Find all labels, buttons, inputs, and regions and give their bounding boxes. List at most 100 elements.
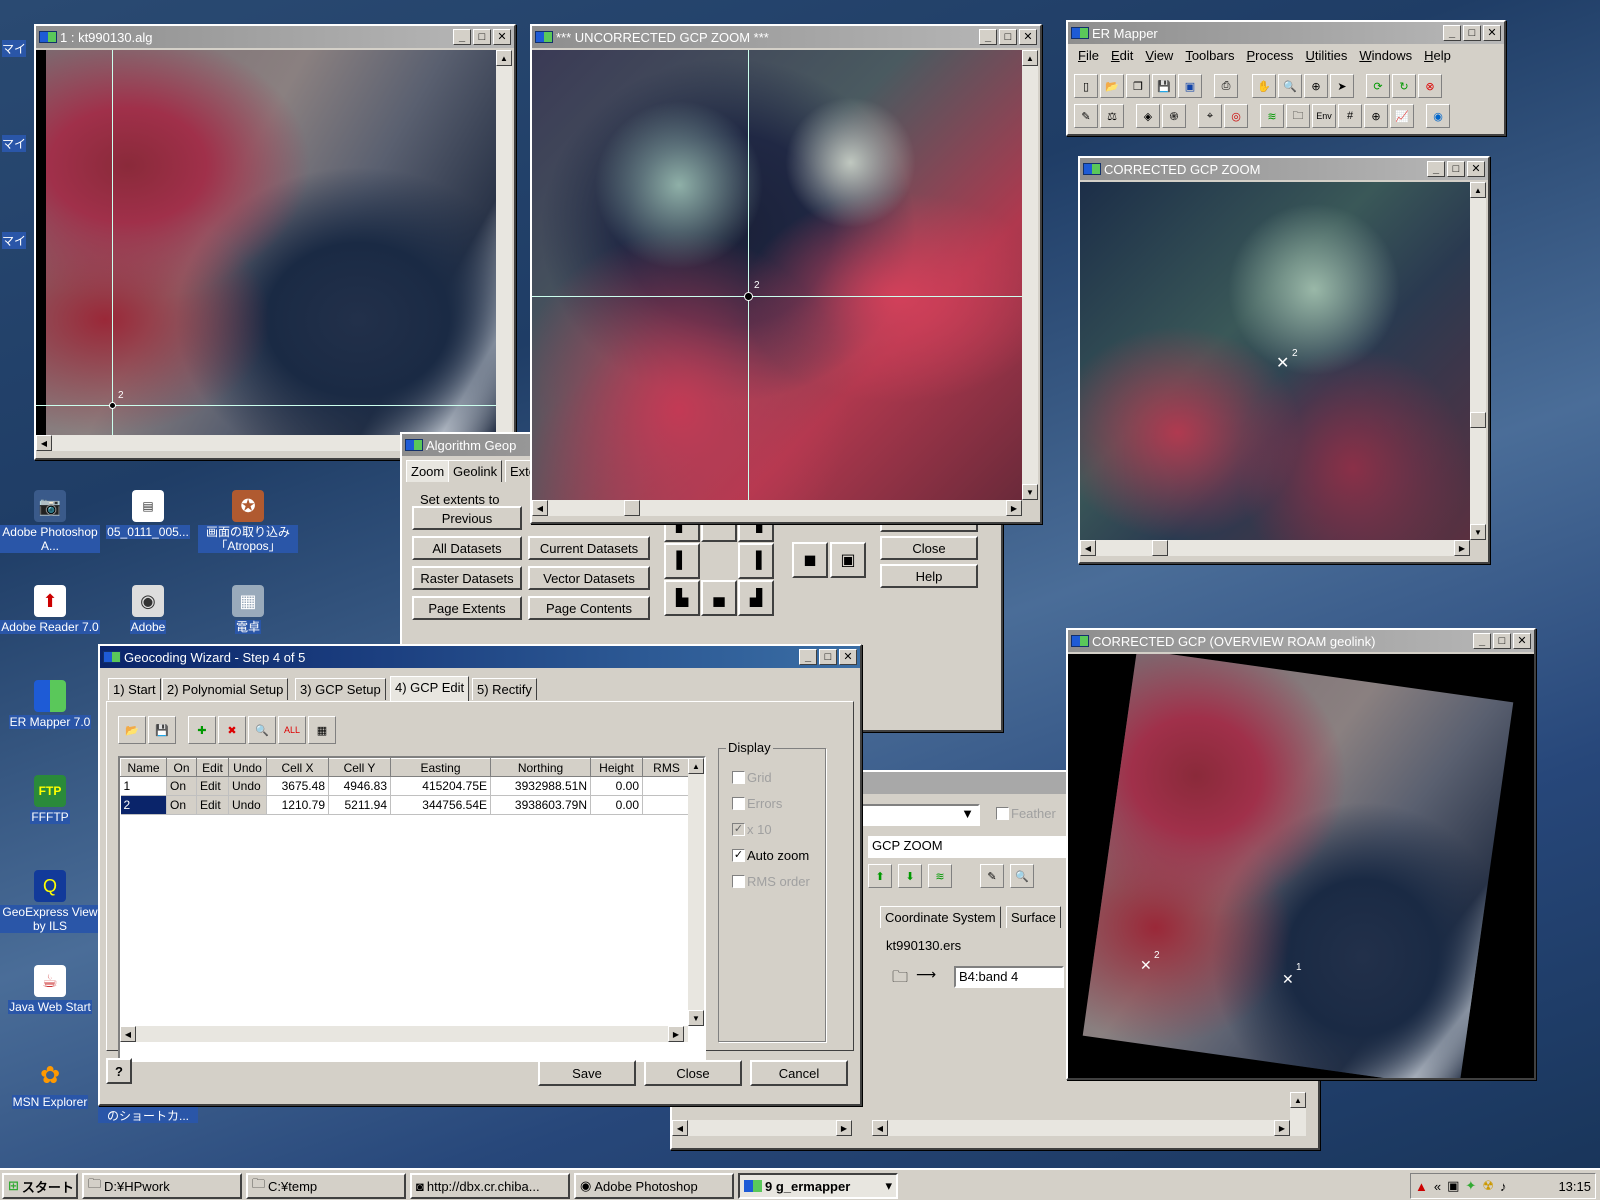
gcp-cell-x[interactable]: 1210.79 — [266, 795, 329, 815]
gcp-table-container[interactable]: Name On Edit Undo Cell X Cell Y Easting … — [118, 756, 706, 1062]
cancel-button[interactable]: Cancel — [750, 1060, 848, 1086]
edit-layer-icon[interactable]: ✎ — [980, 864, 1004, 888]
zoom-center-icon[interactable]: ▣ — [830, 542, 866, 578]
close-button[interactable]: ✕ — [1513, 633, 1531, 649]
graph-icon[interactable]: 📈 — [1390, 104, 1414, 128]
scroll-left-arrow[interactable]: ◀ — [36, 435, 52, 451]
gcp-marker[interactable]: ✕ — [1282, 972, 1294, 986]
zoom-name-field[interactable]: GCP ZOOM — [868, 836, 1068, 858]
corrected-gcp-zoom-window[interactable]: CORRECTED GCP ZOOM _ □ ✕ ✕ 2 ▲ ▼ ◀ ▶ — [1078, 156, 1490, 564]
scroll-down-arrow[interactable]: ▼ — [1022, 484, 1038, 500]
scroll-right-arrow[interactable]: ▶ — [1006, 500, 1022, 516]
geocode-icon[interactable]: ⌖ — [1198, 104, 1222, 128]
feather-checkbox[interactable]: Feather — [996, 806, 1056, 821]
tab-polynomial-setup[interactable]: 2) Polynomial Setup — [162, 678, 289, 700]
scroll-up-arrow[interactable]: ▲ — [688, 758, 704, 774]
find-gcp-icon[interactable]: 🔍 — [248, 716, 276, 744]
gcp-marker[interactable]: ✕ — [1276, 356, 1289, 372]
col-name[interactable]: Name — [120, 758, 167, 777]
scroll-thumb[interactable] — [1152, 540, 1168, 556]
menu-utilities[interactable]: Utilities — [1299, 47, 1353, 64]
page-contents-button[interactable]: Page Contents — [528, 596, 650, 620]
scroll-left-arrow[interactable]: ◀ — [672, 1120, 688, 1136]
maximize-button[interactable]: □ — [473, 29, 491, 45]
col-undo[interactable]: Undo — [228, 758, 267, 777]
align-left-icon[interactable]: ▌ — [664, 543, 700, 579]
tab-gcp-edit[interactable]: 4) GCP Edit — [390, 676, 470, 702]
start-button[interactable]: ⊞ スタート — [2, 1173, 78, 1199]
target-icon[interactable]: ◎ — [1224, 104, 1248, 128]
desktop-icon-ermapper[interactable]: ER Mapper 7.0 — [0, 680, 100, 729]
menu-file[interactable]: File — [1072, 47, 1105, 64]
close-button[interactable]: ✕ — [1467, 161, 1485, 177]
hand-icon[interactable]: ✋ — [1252, 74, 1276, 98]
save-gcp-icon[interactable]: 💾 — [148, 716, 176, 744]
vertical-scrollbar[interactable]: ▲ ▼ — [1022, 50, 1038, 500]
maximize-button[interactable]: □ — [1463, 25, 1481, 41]
minimize-button[interactable]: _ — [1427, 161, 1445, 177]
tab-coordinate-system[interactable]: Coordinate System — [880, 906, 1001, 928]
grid-checkbox[interactable]: Grid — [732, 770, 772, 785]
horizontal-scrollbar[interactable]: ◀ ▶ — [1080, 540, 1470, 556]
desktop-icon-eye[interactable]: ◉ Adobe — [98, 585, 198, 634]
gcp-northing[interactable]: 3938603.79N — [490, 795, 591, 815]
gcp-on-cell[interactable]: On — [166, 776, 197, 796]
maximize-button[interactable]: □ — [819, 649, 837, 665]
desktop-icon-java[interactable]: ☕ Java Web Start — [0, 965, 100, 1014]
open-icon[interactable]: 📂 — [1100, 74, 1124, 98]
tab-surface[interactable]: Surface — [1006, 906, 1061, 928]
zoom-fit-icon[interactable]: ◼ — [792, 542, 828, 578]
col-cell-x[interactable]: Cell X — [266, 758, 329, 777]
minimize-button[interactable]: _ — [979, 29, 997, 45]
taskbar-item-temp[interactable]: 🗀 C:¥temp — [246, 1173, 406, 1199]
vertical-scrollbar[interactable]: ▲ ▼ — [688, 758, 704, 1026]
scroll-left-arrow[interactable]: ◀ — [1080, 540, 1096, 556]
tab-rectify[interactable]: 5) Rectify — [472, 678, 537, 700]
pencil-icon[interactable]: ✎ — [1074, 104, 1098, 128]
taskbar-item-photoshop[interactable]: ◉ Adobe Photoshop — [574, 1173, 734, 1199]
window-titlebar[interactable]: ER Mapper _ □ ✕ — [1068, 22, 1504, 44]
close-button[interactable]: ✕ — [493, 29, 511, 45]
gcp-northing[interactable]: 3932988.51N — [490, 776, 591, 796]
menu-view[interactable]: View — [1139, 47, 1179, 64]
algorithm-image-window[interactable]: 1 : kt990130.alg _ □ ✕ 2 ▲ ◀ — [34, 24, 516, 460]
save-as-icon[interactable]: ▣ — [1178, 74, 1202, 98]
tab-zoom[interactable]: Zoom — [406, 460, 450, 482]
errors-checkbox[interactable]: Errors — [732, 796, 782, 811]
desktop-icon-acrobat[interactable]: ⬆ Adobe Reader 7.0 — [0, 585, 100, 634]
zoom-box-icon[interactable]: ⊕ — [1304, 74, 1328, 98]
envi-icon[interactable]: Env — [1312, 104, 1336, 128]
scroll-down-arrow[interactable]: ▼ — [1470, 524, 1486, 540]
gcp-undo-cell[interactable]: Undo — [228, 795, 267, 815]
window-titlebar[interactable]: CORRECTED GCP (OVERVIEW ROAM geolink) _ □… — [1068, 630, 1534, 652]
gcp-marker[interactable] — [109, 402, 116, 409]
vector-datasets-button[interactable]: Vector Datasets — [528, 566, 650, 590]
current-datasets-button[interactable]: Current Datasets — [528, 536, 650, 560]
minimize-button[interactable]: _ — [1443, 25, 1461, 41]
fingerprint-icon[interactable]: ֍ — [1162, 104, 1186, 128]
add-gcp-icon[interactable]: ✚ — [188, 716, 216, 744]
table-row[interactable]: 1 On Edit Undo 3675.48 4946.83 415204.75… — [120, 776, 691, 796]
acrobat-tray-icon[interactable]: ▲ — [1415, 1179, 1428, 1194]
delete-gcp-icon[interactable]: ✖ — [218, 716, 246, 744]
gcp-cell-y[interactable]: 5211.94 — [328, 795, 391, 815]
previous-button[interactable]: Previous — [412, 506, 522, 530]
horizontal-scrollbar[interactable]: ◀ ▶ — [120, 1026, 688, 1042]
tab-start[interactable]: 1) Start — [108, 678, 161, 700]
gcp-height[interactable]: 0.00 — [590, 795, 643, 815]
geocoding-wizard-window[interactable]: Geocoding Wizard - Step 4 of 5 _ □ ✕ 1) St… — [98, 644, 862, 1106]
scroll-right-arrow[interactable]: ▶ — [1454, 540, 1470, 556]
scroll-up-arrow[interactable]: ▲ — [1470, 182, 1486, 198]
scroll-right-arrow[interactable]: ▶ — [668, 1026, 684, 1042]
taskbar-item-ermapper[interactable]: 9 g_ermapper ▾ — [738, 1173, 898, 1199]
menu-toolbars[interactable]: Toolbars — [1179, 47, 1240, 64]
inspect-icon[interactable]: 🔍 — [1010, 864, 1034, 888]
gcp-marker[interactable]: ✕ — [1140, 958, 1152, 972]
network-tray-icon[interactable]: ▣ — [1447, 1178, 1459, 1194]
scroll-down-arrow[interactable]: ▼ — [688, 1010, 704, 1026]
col-easting[interactable]: Easting — [390, 758, 491, 777]
menu-process[interactable]: Process — [1240, 47, 1299, 64]
col-cell-y[interactable]: Cell Y — [328, 758, 391, 777]
maximize-button[interactable]: □ — [1447, 161, 1465, 177]
align-bottom-icon[interactable]: ▄ — [701, 580, 737, 616]
